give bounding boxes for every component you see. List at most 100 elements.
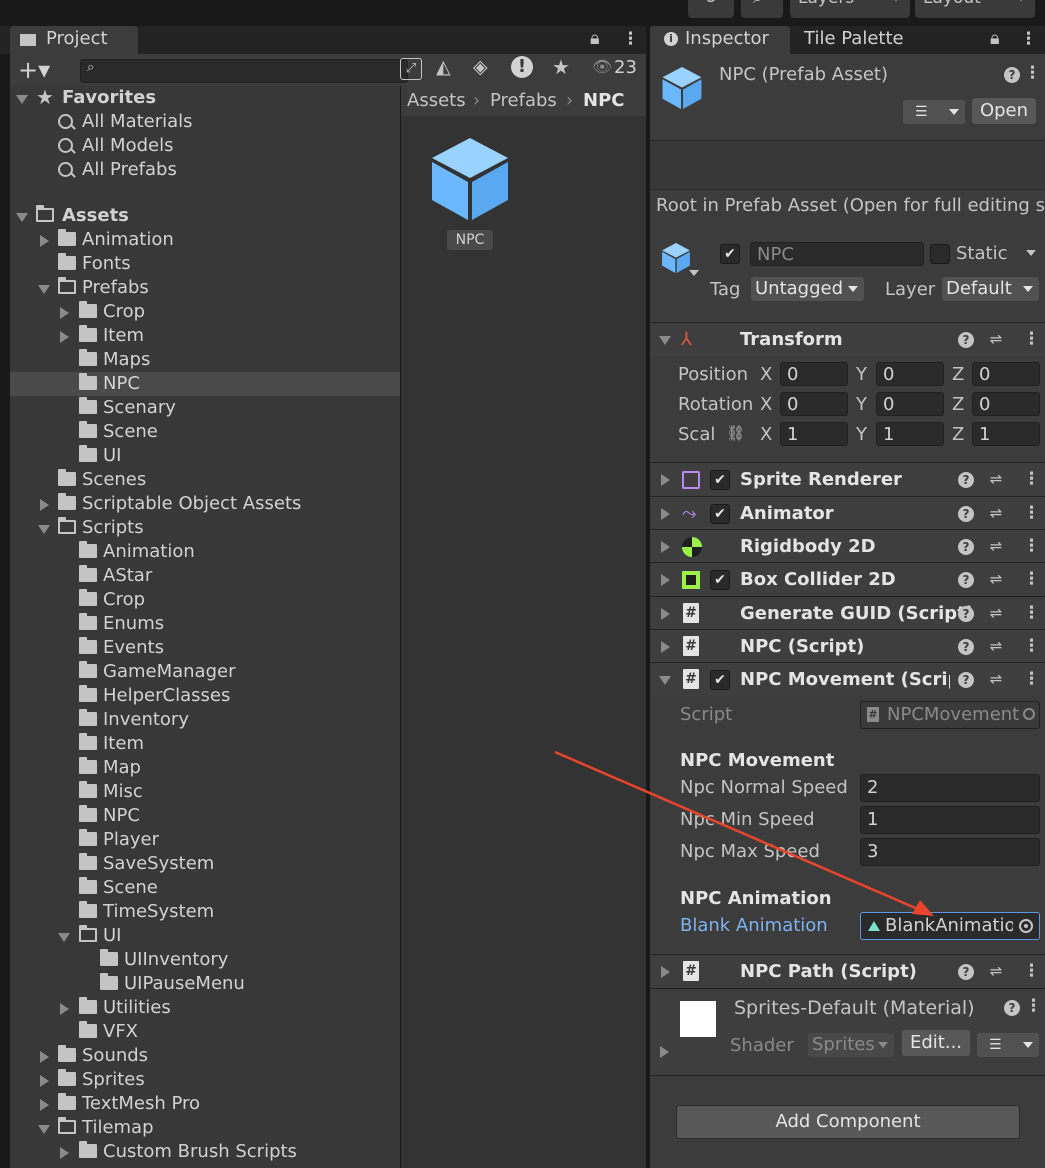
breadcrumb-item[interactable]: NPC xyxy=(583,90,624,111)
more-options-icon[interactable]: ⋮ xyxy=(622,31,639,48)
npc-min-speed-field[interactable]: 1 xyxy=(860,806,1040,834)
tree-item[interactable]: Scene xyxy=(10,876,400,900)
tree-item[interactable]: Inventory xyxy=(10,708,400,732)
npc-normal-speed-field[interactable]: 2 xyxy=(860,774,1040,802)
type-filter-icon[interactable]: ◭ xyxy=(436,56,451,78)
more-options-icon[interactable]: ⋮ xyxy=(1023,505,1040,522)
eye-icon[interactable]: 👁︎ xyxy=(592,57,612,76)
static-dropdown-icon[interactable] xyxy=(1026,250,1036,256)
tree-item[interactable]: Maps xyxy=(10,348,400,372)
tree-item[interactable]: Sprites xyxy=(10,1068,400,1092)
presets-icon[interactable]: ⇌ xyxy=(988,638,1004,654)
more-options-icon[interactable]: ⋮ xyxy=(1023,471,1040,488)
presets-icon[interactable]: ⇌ xyxy=(988,671,1004,687)
tree-item[interactable]: Enums xyxy=(10,612,400,636)
open-prefab-button[interactable]: Open xyxy=(972,98,1036,124)
presets-icon[interactable]: ⇌ xyxy=(988,505,1004,521)
tree-item[interactable]: Scenes xyxy=(10,468,400,492)
tag-dropdown[interactable]: Untagged xyxy=(751,277,864,301)
tree-item[interactable]: HelperClasses xyxy=(10,684,400,708)
tree-item[interactable]: Tilemap xyxy=(10,1116,400,1140)
tree-favorites[interactable]: ★ Favorites xyxy=(10,85,400,110)
rotation-z-field[interactable]: 0 xyxy=(972,392,1040,416)
layer-dropdown[interactable]: Default xyxy=(942,277,1039,301)
warning-filter-icon[interactable]: ! xyxy=(511,56,533,78)
label-filter-icon[interactable]: ◈ xyxy=(473,56,488,78)
lock-icon[interactable]: 🔒︎ xyxy=(590,28,600,49)
help-icon[interactable]: ? xyxy=(958,506,974,522)
tree-item[interactable]: Item xyxy=(10,324,400,348)
npc-max-speed-field[interactable]: 3 xyxy=(860,838,1040,866)
help-icon[interactable]: ? xyxy=(958,606,974,622)
project-search-input[interactable]: ⌕ xyxy=(80,59,408,83)
tree-item[interactable]: NPC xyxy=(10,804,400,828)
prefab-options-dropdown[interactable]: ☰ xyxy=(903,100,965,124)
more-options-icon[interactable]: ⋮ xyxy=(1023,571,1040,588)
active-checkbox[interactable]: ✔ xyxy=(720,244,740,264)
tree-item[interactable]: UIInventory xyxy=(10,948,400,972)
tree-item[interactable]: Utilities xyxy=(10,996,400,1020)
tree-item[interactable]: Scriptable Object Assets xyxy=(10,492,400,516)
help-icon[interactable]: ? xyxy=(958,639,974,655)
tree-item[interactable]: UI xyxy=(10,924,400,948)
tree-item[interactable]: GameManager xyxy=(10,660,400,684)
presets-icon[interactable]: ⇌ xyxy=(988,471,1004,487)
layers-dropdown[interactable]: Layers xyxy=(790,0,910,18)
tree-item[interactable]: All Prefabs xyxy=(10,158,400,182)
tree-item[interactable]: Item xyxy=(10,732,400,756)
blank-animation-field[interactable]: BlankAnimation xyxy=(860,912,1040,940)
scale-y-field[interactable]: 1 xyxy=(876,422,944,446)
position-y-field[interactable]: 0 xyxy=(876,362,944,386)
tree-item[interactable]: Crop xyxy=(10,588,400,612)
tree-item[interactable]: Custom Brush Scripts xyxy=(10,1140,400,1164)
tree-item[interactable]: Scene xyxy=(10,420,400,444)
tree-item[interactable]: Sounds xyxy=(10,1044,400,1068)
create-button[interactable]: +▾ xyxy=(18,56,50,84)
chevron-down-icon[interactable] xyxy=(689,270,699,276)
tab-inspector[interactable]: i Inspector xyxy=(650,26,790,54)
component-box-collider-2d[interactable]: ✔ Box Collider 2D ? ⇌ ⋮ xyxy=(650,562,1045,596)
tree-item[interactable]: Assets xyxy=(10,204,400,228)
presets-icon[interactable]: ⇌ xyxy=(988,963,1004,979)
static-checkbox[interactable] xyxy=(930,244,950,264)
tree-item[interactable]: Animation xyxy=(10,228,400,252)
rotation-x-field[interactable]: 0 xyxy=(780,392,848,416)
position-x-field[interactable]: 0 xyxy=(780,362,848,386)
help-icon[interactable]: ? xyxy=(958,332,974,348)
tree-item[interactable]: SaveSystem xyxy=(10,852,400,876)
component-transform[interactable]: ⅄ Transform ? ⇌ ⋮ xyxy=(650,322,1045,356)
enabled-checkbox[interactable]: ✔ xyxy=(710,670,730,690)
gameobject-name-field[interactable]: NPC xyxy=(750,242,924,266)
tree-item[interactable]: Misc xyxy=(10,780,400,804)
component-rigidbody-2d[interactable]: Rigidbody 2D ? ⇌ ⋮ xyxy=(650,529,1045,563)
tree-item[interactable]: Events xyxy=(10,636,400,660)
tree-item[interactable]: Map xyxy=(10,756,400,780)
more-options-icon[interactable]: ⋮ xyxy=(1024,65,1041,82)
presets-icon[interactable]: ⇌ xyxy=(988,538,1004,554)
tree-item[interactable]: Scenary xyxy=(10,396,400,420)
add-component-button[interactable]: Add Component xyxy=(676,1105,1020,1139)
tree-item[interactable]: Crop xyxy=(10,300,400,324)
component-sprite-renderer[interactable]: ✔ Sprite Renderer ? ⇌ ⋮ xyxy=(650,462,1045,496)
tree-item[interactable]: AStar xyxy=(10,564,400,588)
tree-item[interactable]: All Models xyxy=(10,134,400,158)
search-button[interactable]: ⌕ xyxy=(741,0,783,18)
presets-icon[interactable]: ⇌ xyxy=(988,571,1004,587)
component-npc-path[interactable]: # NPC Path (Script) ? ⇌ ⋮ xyxy=(650,954,1045,988)
tree-item[interactable]: UI xyxy=(10,444,400,468)
help-icon[interactable]: ? xyxy=(1004,67,1020,83)
link-icon[interactable]: ⛓︎ xyxy=(726,424,745,442)
component-npc-movement[interactable]: # ✔ NPC Movement (Script ? ⇌ ⋮ xyxy=(650,662,1045,696)
search-by-scene-icon[interactable]: ⤢ xyxy=(400,58,422,80)
more-options-icon[interactable]: ⋮ xyxy=(1023,605,1040,622)
scale-x-field[interactable]: 1 xyxy=(780,422,848,446)
position-z-field[interactable]: 0 xyxy=(972,362,1040,386)
tree-item[interactable]: TextMesh Pro xyxy=(10,1092,400,1116)
tab-project[interactable]: Project xyxy=(10,26,138,54)
help-icon[interactable]: ? xyxy=(958,539,974,555)
help-icon[interactable]: ? xyxy=(958,572,974,588)
history-button[interactable]: ⟲ xyxy=(688,0,734,18)
help-icon[interactable]: ? xyxy=(958,672,974,688)
scale-z-field[interactable]: 1 xyxy=(972,422,1040,446)
component-npc-script[interactable]: # NPC (Script) ? ⇌ ⋮ xyxy=(650,629,1045,663)
